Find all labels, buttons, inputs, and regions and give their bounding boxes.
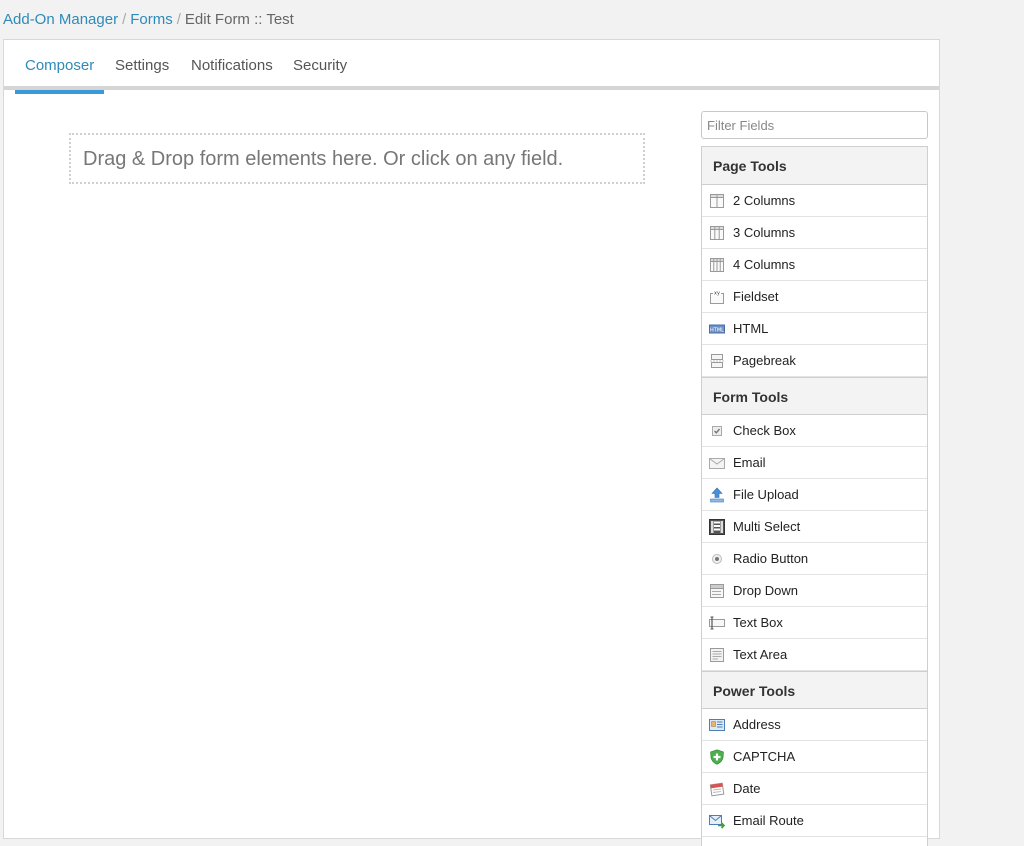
- checkbox-icon: [709, 423, 725, 439]
- field-item-check-box[interactable]: Check Box: [702, 415, 927, 447]
- four-columns-icon: [709, 257, 725, 273]
- group-header-page-tools[interactable]: Page Tools: [702, 147, 927, 185]
- captcha-shield-icon: [709, 749, 725, 765]
- field-item-label: 4 Columns: [733, 257, 796, 272]
- breadcrumb-link-addon-manager[interactable]: Add-On Manager: [3, 11, 118, 28]
- address-icon: [709, 717, 725, 733]
- field-item-label: Email Route: [733, 813, 804, 828]
- email-route-icon: [709, 813, 725, 829]
- field-item-label: Email: [733, 455, 766, 470]
- tab-security[interactable]: Security: [283, 40, 357, 90]
- field-item-label: File Upload: [733, 487, 799, 502]
- svg-text:HTML: HTML: [710, 327, 724, 333]
- field-item-address[interactable]: Address: [702, 709, 927, 741]
- field-toolbox: Page Tools 2 Columns 3 Columns 4 Columns…: [701, 146, 928, 846]
- field-item-multi-select[interactable]: Multi Select: [702, 511, 927, 543]
- field-item-captcha[interactable]: CAPTCHA: [702, 741, 927, 773]
- field-item-email-route[interactable]: Email Route: [702, 805, 927, 837]
- field-item-label: HTML: [733, 321, 769, 336]
- radio-button-icon: [709, 551, 725, 567]
- filter-fields-input[interactable]: [701, 111, 928, 139]
- breadcrumb-separator: /: [122, 11, 127, 28]
- multi-select-icon: [709, 519, 725, 535]
- field-item-email[interactable]: Email: [702, 447, 927, 479]
- field-item-label: Check Box: [733, 423, 796, 438]
- field-item-label: Date: [733, 781, 761, 796]
- field-item-date[interactable]: Date: [702, 773, 927, 805]
- field-item-html[interactable]: HTML HTML: [702, 313, 927, 345]
- date-calendar-icon: [709, 781, 725, 797]
- field-item-3-columns[interactable]: 3 Columns: [702, 217, 927, 249]
- field-item-drop-down[interactable]: Drop Down: [702, 575, 927, 607]
- email-icon: [709, 455, 725, 471]
- text-box-icon: [709, 615, 725, 631]
- text-area-icon: [709, 647, 725, 663]
- tab-bar: Composer Settings Notifications Security: [4, 40, 939, 94]
- drop-down-icon: [709, 583, 725, 599]
- field-item-label: CAPTCHA: [733, 749, 796, 764]
- field-item-fieldset[interactable]: xy Fieldset: [702, 281, 927, 313]
- tab-notifications[interactable]: Notifications: [181, 40, 283, 90]
- file-upload-icon: [709, 487, 725, 503]
- field-item-4-columns[interactable]: 4 Columns: [702, 249, 927, 281]
- form-dropzone[interactable]: Drag & Drop form elements here. Or click…: [69, 133, 645, 184]
- fieldset-icon: xy: [709, 289, 725, 305]
- breadcrumb-current: Edit Form :: Test: [184, 11, 294, 28]
- group-header-power-tools[interactable]: Power Tools: [702, 671, 927, 709]
- field-item-label: Text Box: [733, 615, 783, 630]
- tab-composer[interactable]: Composer: [15, 40, 105, 94]
- pagebreak-icon: [709, 353, 725, 369]
- form-editor-panel: Composer Settings Notifications Security…: [3, 39, 940, 846]
- field-item-file-upload[interactable]: File Upload: [702, 479, 927, 511]
- field-item-pagebreak[interactable]: Pagebreak: [702, 345, 927, 377]
- field-item-label: Text Area: [733, 647, 788, 662]
- breadcrumb-separator: /: [176, 11, 181, 28]
- field-item-text-area[interactable]: Text Area: [702, 639, 927, 671]
- field-item-radio-button[interactable]: Radio Button: [702, 543, 927, 575]
- tab-settings[interactable]: Settings: [105, 40, 179, 90]
- breadcrumb-link-forms[interactable]: Forms: [130, 11, 173, 28]
- field-item-2-columns[interactable]: 2 Columns: [702, 185, 927, 217]
- two-columns-icon: [709, 193, 725, 209]
- field-item-label: Multi Select: [733, 519, 801, 534]
- field-item-label: Address: [733, 717, 781, 732]
- field-item-label: Drop Down: [733, 583, 799, 598]
- field-item-label: 2 Columns: [733, 193, 796, 208]
- field-item-label: Radio Button: [733, 551, 809, 566]
- field-item-text-box[interactable]: Text Box: [702, 607, 927, 639]
- group-header-form-tools[interactable]: Form Tools: [702, 377, 927, 415]
- field-item-label: Pagebreak: [733, 353, 796, 368]
- field-item-label: 3 Columns: [733, 225, 796, 240]
- svg-text:xy: xy: [714, 291, 720, 297]
- html-icon: HTML: [709, 321, 725, 337]
- three-columns-icon: [709, 225, 725, 241]
- breadcrumb: Add-On Manager / Forms / Edit Form :: Test: [3, 11, 294, 29]
- field-item-label: Fieldset: [733, 289, 779, 304]
